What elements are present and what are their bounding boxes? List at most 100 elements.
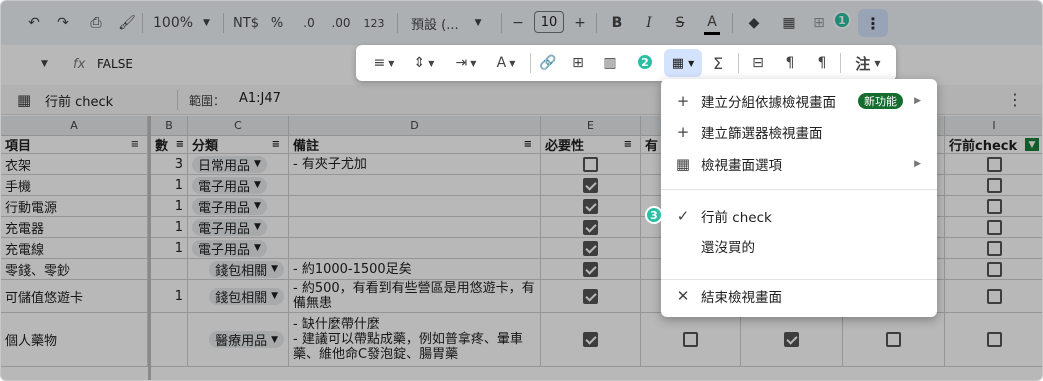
category-chip[interactable]: 錢包相關 ▼ — [209, 260, 284, 279]
cell-note[interactable] — [289, 238, 541, 259]
borders-icon[interactable]: ▦ — [781, 11, 797, 35]
filter-icon[interactable]: ≡ — [624, 139, 632, 150]
checkbox[interactable] — [986, 219, 1002, 235]
cell-precheck[interactable] — [945, 313, 1042, 367]
cell-h[interactable] — [843, 313, 945, 367]
cell-necessity[interactable] — [541, 259, 641, 280]
checkbox[interactable] — [583, 156, 598, 172]
rtl-icon[interactable]: ¶ — [812, 51, 832, 75]
freeze-icon[interactable]: ⊟ — [748, 51, 768, 75]
filter-icon[interactable]: ≡ — [176, 139, 184, 150]
ltr-icon[interactable]: ¶ — [780, 51, 800, 75]
filter-icon[interactable]: ≡ — [131, 139, 139, 150]
header-cell-i[interactable]: 行前check ▼ — [945, 136, 1042, 154]
input-tools-button[interactable]: 注 ▼ — [850, 51, 886, 75]
cell-qty[interactable]: 1 — [151, 175, 188, 196]
column-header-b[interactable]: B — [151, 116, 188, 136]
cell-qty[interactable]: 3 — [151, 154, 188, 175]
font-size-increase-button[interactable]: + — [573, 11, 587, 35]
checkbox[interactable] — [986, 288, 1002, 304]
comment-icon[interactable]: ⊞ — [568, 51, 588, 75]
checkbox[interactable] — [583, 261, 598, 277]
link-icon[interactable]: 🔗 — [538, 51, 558, 75]
italic-button[interactable]: I — [642, 11, 656, 35]
checkbox[interactable] — [583, 288, 598, 304]
cell-precheck[interactable] — [945, 238, 1042, 259]
column-header-c[interactable]: C — [188, 116, 289, 136]
cell-necessity[interactable] — [541, 238, 641, 259]
cell-category[interactable]: 電子用品 ▼ — [188, 196, 289, 217]
category-chip[interactable]: 醫療用品 ▼ — [209, 331, 284, 349]
cell-category[interactable]: 電子用品 ▼ — [188, 217, 289, 238]
cell-precheck[interactable] — [945, 154, 1042, 175]
cell-note[interactable]: - 有夾子尤加 — [289, 154, 541, 175]
more-options-button[interactable]: ⋮ — [858, 9, 888, 37]
filter-active-icon[interactable]: ▼ — [1025, 138, 1039, 151]
cell-necessity[interactable] — [541, 175, 641, 196]
cell-note[interactable]: - 缺什麼帶什麼 - 建議可以帶點成藥，例如普拿疼、暈車 藥、維他命C發泡錠、腸胃藥 — [289, 313, 541, 367]
cell-item[interactable]: 可儲值悠遊卡 — [1, 280, 148, 313]
filter-icon[interactable]: ≡ — [524, 139, 532, 150]
menu-item-view-check[interactable]: ✓ 行前 check — [661, 201, 937, 231]
text-color-button[interactable]: A — [704, 11, 720, 35]
cell-precheck[interactable] — [945, 280, 1042, 313]
wrap-icon[interactable]: ⇥ ▼ — [448, 51, 484, 75]
checkbox[interactable] — [986, 332, 1002, 347]
menu-item-view-not-bought[interactable]: 還沒買的 — [661, 231, 937, 261]
percent-button[interactable]: % — [269, 11, 285, 35]
cell-qty[interactable]: 1 — [151, 196, 188, 217]
cell-item[interactable]: 個人藥物 — [1, 313, 148, 367]
undo-icon[interactable]: ↶ — [27, 11, 41, 35]
filter-views-button[interactable]: ▦ ▼ — [664, 49, 702, 77]
checkbox[interactable] — [886, 332, 901, 347]
cell-item[interactable]: 零錢、零鈔 — [1, 259, 148, 280]
sigma-icon[interactable]: Σ — [708, 51, 728, 75]
menu-item-view-options[interactable]: ▦ 檢視畫面選項 ▶ — [661, 149, 937, 179]
cell-g[interactable] — [741, 313, 843, 367]
category-chip[interactable]: 電子用品 ▼ — [192, 197, 267, 216]
font-select[interactable]: 預設 (... ▼ — [411, 11, 497, 35]
header-cell-e[interactable]: 必要性 ≡ — [541, 136, 641, 154]
fill-color-icon[interactable]: ◆ — [746, 11, 762, 35]
header-cell-a[interactable]: 項目 ≡ — [1, 136, 148, 154]
view-name[interactable]: 行前 check — [45, 91, 113, 110]
cell-category[interactable]: 錢包相關 ▼ — [188, 280, 289, 313]
cell-note[interactable] — [289, 196, 541, 217]
cell-necessity[interactable] — [541, 196, 641, 217]
cell-necessity[interactable] — [541, 217, 641, 238]
cell-item[interactable]: 手機 — [1, 175, 148, 196]
checkbox[interactable] — [986, 156, 1002, 172]
cell-item[interactable]: 衣架 — [1, 154, 148, 175]
checkbox[interactable] — [784, 332, 799, 347]
filter-icon[interactable]: ≡ — [272, 139, 280, 150]
zoom-select[interactable]: 100% ▼ — [153, 11, 213, 35]
category-chip[interactable]: 錢包相關 ▼ — [209, 287, 284, 306]
menu-item-close-view[interactable]: ✕ 結束檢視畫面 — [661, 281, 937, 311]
cell-item[interactable]: 充電器 — [1, 217, 148, 238]
category-chip[interactable]: 電子用品 ▼ — [192, 218, 267, 237]
checkbox[interactable] — [986, 261, 1002, 277]
checkbox[interactable] — [583, 332, 598, 347]
category-chip[interactable]: 電子用品 ▼ — [192, 176, 267, 195]
cell-precheck[interactable] — [945, 217, 1042, 238]
header-cell-b[interactable]: 數 ≡ — [151, 136, 188, 154]
font-size-input[interactable]: 10 — [534, 11, 564, 33]
number-format-button[interactable]: 123 — [364, 11, 385, 35]
vertical-align-icon[interactable]: ⇕ ▼ — [406, 51, 442, 75]
paint-format-icon[interactable]: 🖌 — [118, 11, 136, 35]
currency-button[interactable]: NT$ — [232, 11, 260, 35]
cell-category[interactable]: 電子用品 ▼ — [188, 175, 289, 196]
column-header-a[interactable]: A — [1, 116, 148, 136]
checkbox[interactable] — [583, 219, 598, 235]
chart-icon[interactable]: ▥ — [600, 51, 620, 75]
checkbox[interactable] — [583, 198, 598, 214]
menu-item-create-group-view[interactable]: + 建立分組依據檢視畫面 新功能 ▶ — [661, 86, 937, 116]
text-rotation-icon[interactable]: A ▼ — [488, 51, 524, 75]
cell-precheck[interactable] — [945, 259, 1042, 280]
cell-category[interactable]: 錢包相關 ▼ — [188, 259, 289, 280]
column-header-e[interactable]: E — [541, 116, 641, 136]
formula-value[interactable]: FALSE — [97, 57, 133, 71]
checkbox[interactable] — [683, 332, 698, 347]
cell-item[interactable]: 充電線 — [1, 238, 148, 259]
cell-precheck[interactable] — [945, 175, 1042, 196]
